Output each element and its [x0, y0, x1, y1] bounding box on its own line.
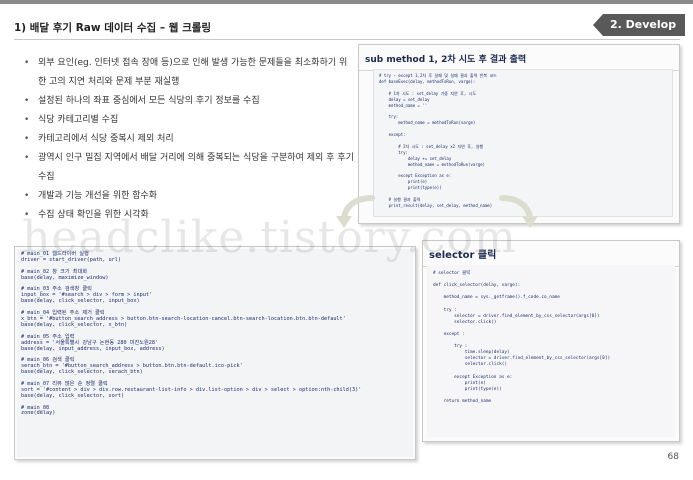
page-number: 68: [667, 452, 679, 462]
bullet-list: 외부 요인(eg. 인터넷 접속 장애 등)으로 인해 발생 가능한 문제들을 …: [24, 54, 354, 225]
slide-title: 1) 배달 후기 Raw 데이터 수집 – 웹 크롤링: [14, 22, 212, 34]
section-tag: 2. Develop: [593, 14, 685, 36]
selector-panel: selector 클릭 # selector 클릭 def click_sele…: [422, 240, 680, 442]
bullet-item: 카테고리에서 식당 중복시 제외 처리: [24, 130, 354, 149]
title-divider: [14, 39, 680, 40]
main-code-box: # main_01 웹드라이버 실행 driver = start_driver…: [17, 249, 413, 457]
main-code-panel: # main_01 웹드라이버 실행 driver = start_driver…: [14, 246, 416, 460]
top-rule: [0, 0, 693, 4]
bullet-item: 개발과 기능 개선을 위한 함수화: [24, 187, 354, 206]
bullet-item: 식당 카테고리별 수집: [24, 111, 354, 130]
submethod-code: # try - except 1,2차 후 실패 및 실패 결과 출력 반복 코…: [379, 73, 497, 208]
submethod-panel-title: sub method 1, 2차 시도 후 결과 출력: [359, 45, 679, 71]
selector-code: # selector 클릭 def click_selector(delay, …: [433, 271, 611, 404]
bullet-item: 설정된 하나의 좌표 중심에서 모든 식당의 후기 정보를 수집: [24, 92, 354, 111]
watermark: headclike.tistory.com: [22, 212, 517, 263]
main-code: # main_01 웹드라이버 실행 driver = start_driver…: [21, 251, 362, 417]
bullet-item: 광역시 인구 밀집 지역에서 배달 거리에 의해 중복되는 식당을 구분하여 제…: [24, 149, 354, 187]
bullet-item: 외부 요인(eg. 인터넷 접속 장애 등)으로 인해 발생 가능한 문제들을 …: [24, 54, 354, 92]
slide: 1) 배달 후기 Raw 데이터 수집 – 웹 크롤링 2. Develop 외…: [0, 0, 693, 480]
selector-code-box: # selector 클릭 def click_selector(delay, …: [427, 265, 675, 437]
